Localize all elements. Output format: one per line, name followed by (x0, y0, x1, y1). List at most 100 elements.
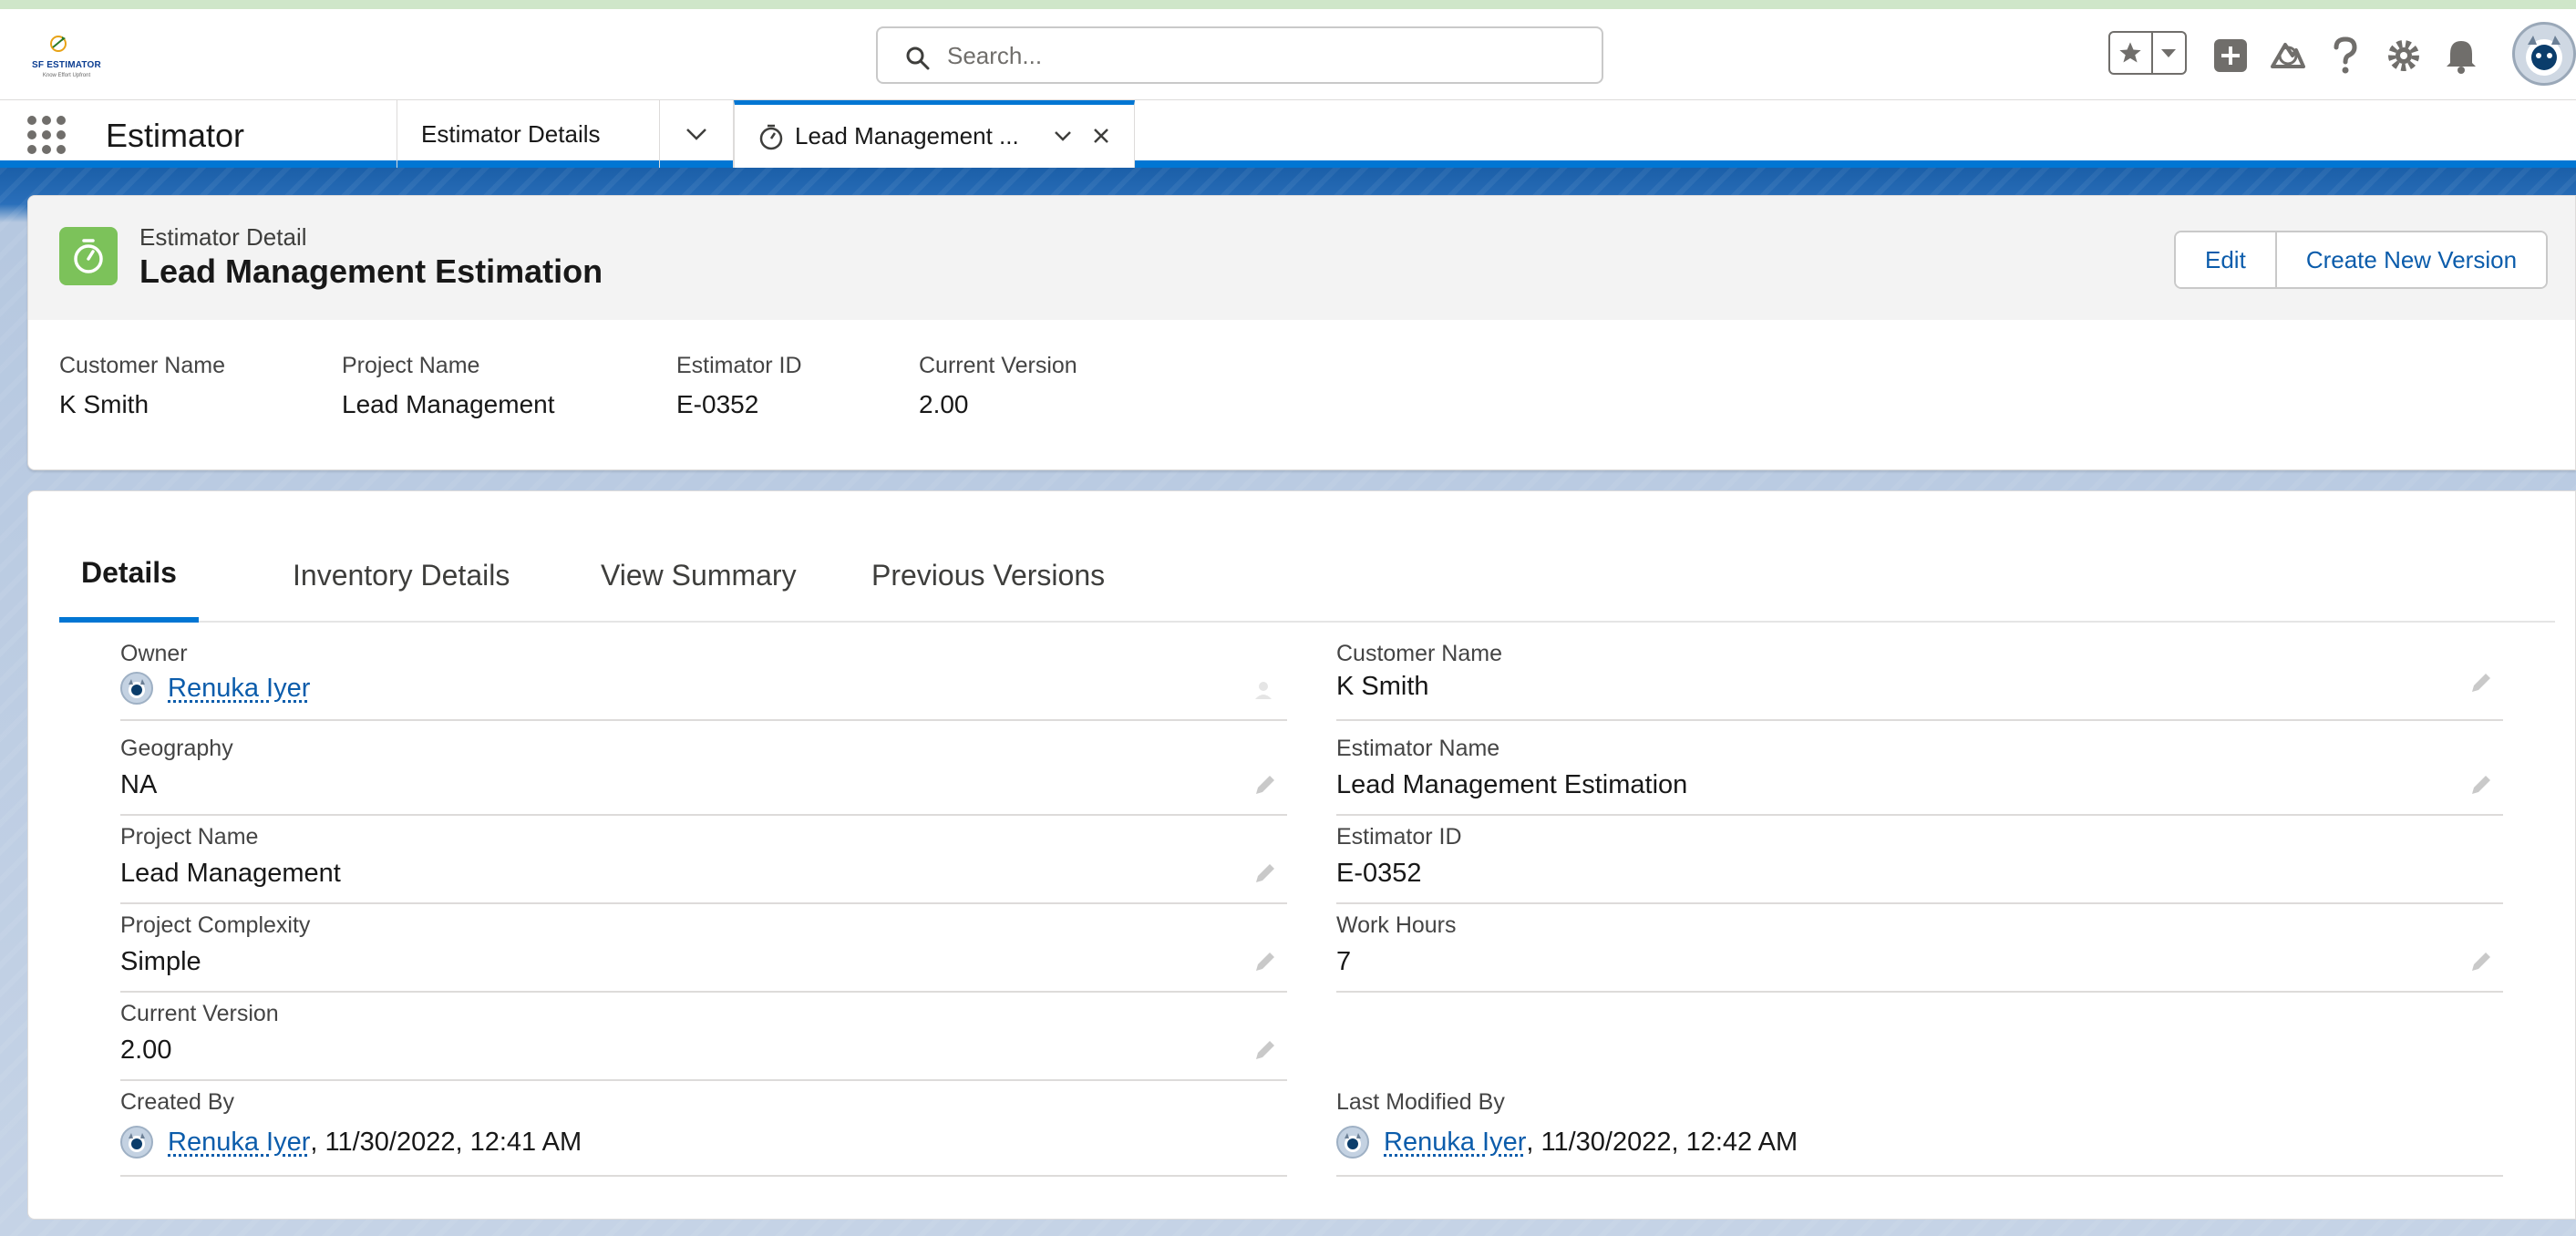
field-label: Last Modified By (1336, 1089, 1505, 1115)
user-avatar-icon (120, 1126, 153, 1159)
field-value: Simple (120, 947, 201, 976)
search-input[interactable] (947, 37, 1585, 74)
field-created-by: Created By Renuka Iyer , 11/30/2022, 12:… (120, 1082, 1287, 1177)
highlight-value: Lead Management (342, 390, 555, 418)
field-last-modified-by: Last Modified By Renuka Iyer , 11/30/202… (1336, 1082, 2503, 1177)
field-work-hours: Work Hours 7 (1336, 905, 2503, 993)
created-date: , 11/30/2022, 12:41 AM (310, 1127, 582, 1157)
field-label: Current Version (120, 1001, 279, 1026)
logo-tagline: Know Effort Upfront (42, 73, 91, 78)
page-title: Lead Management Estimation (139, 252, 603, 290)
highlight-current-version: Current Version 2.00 (919, 353, 1077, 419)
edit-pencil-icon[interactable] (1252, 772, 1278, 798)
tab-chevron-down-icon[interactable] (1052, 125, 1074, 147)
edit-pencil-icon[interactable] (1252, 1037, 1278, 1063)
estimator-record-icon (59, 227, 118, 285)
tab-details[interactable]: Details (59, 528, 199, 623)
field-label: Created By (120, 1089, 235, 1115)
nav-item-dropdown[interactable] (659, 100, 734, 168)
field-label: Estimator ID (1336, 824, 1462, 850)
field-value: Renuka Iyer , 11/30/2022, 12:41 AM (120, 1126, 582, 1159)
field-current-version: Current Version 2.00 (120, 994, 1287, 1081)
edit-pencil-icon[interactable] (2468, 772, 2494, 798)
field-value: Lead Management Estimation (1336, 770, 1688, 799)
field-project-name: Project Name Lead Management (120, 817, 1287, 904)
help-icon[interactable] (2324, 35, 2366, 77)
edit-pencil-icon[interactable] (2468, 670, 2494, 695)
field-estimator-id: Estimator ID E-0352 (1336, 817, 2503, 904)
user-avatar-icon (120, 672, 153, 705)
record-highlights-panel: Estimator Detail Lead Management Estimat… (27, 195, 2576, 470)
top-strip (0, 0, 2576, 9)
app-logo[interactable]: SF ESTIMATOR Know Effort Upfront (26, 33, 108, 84)
record-header: Estimator Detail Lead Management Estimat… (28, 196, 2575, 320)
field-label: Geography (120, 736, 233, 761)
field-value: E-0352 (1336, 859, 1422, 888)
field-value: Renuka Iyer , 11/30/2022, 12:42 AM (1336, 1126, 1798, 1159)
highlight-project-name: Project Name Lead Management (342, 353, 555, 419)
tab-label: Lead Management ... (795, 122, 1019, 149)
field-value: Lead Management (120, 859, 341, 888)
change-owner-icon[interactable] (1252, 677, 1278, 703)
create-new-version-button[interactable]: Create New Version (2274, 232, 2547, 287)
highlight-value: 2.00 (919, 390, 969, 418)
logo-text: SF ESTIMATOR (32, 60, 101, 70)
field-value: Renuka Iyer (120, 672, 310, 705)
record-tabs: Details Inventory Details View Summary P… (59, 528, 2555, 623)
tab-inventory-details[interactable]: Inventory Details (271, 528, 531, 623)
field-label: Estimator Name (1336, 736, 1500, 761)
edit-pencil-icon[interactable] (1252, 949, 1278, 974)
field-value: 2.00 (120, 1035, 172, 1065)
field-label: Project Name (120, 824, 259, 850)
favorites-dropdown-icon[interactable] (2153, 33, 2185, 73)
user-avatar-icon (1336, 1126, 1369, 1159)
tab-previous-versions[interactable]: Previous Versions (850, 528, 1127, 623)
app-navigation-bar: Estimator Estimator Details Lead Managem… (0, 100, 2576, 168)
highlight-fields: Customer Name K Smith Project Name Lead … (28, 320, 2575, 469)
record-actions: Edit Create New Version (2174, 231, 2549, 289)
field-project-complexity: Project Complexity Simple (120, 905, 1287, 993)
highlight-label: Current Version (919, 353, 1077, 378)
search-icon (906, 46, 930, 70)
global-actions-icon[interactable] (2210, 35, 2251, 77)
highlight-label: Customer Name (59, 353, 225, 378)
field-label: Customer Name (1336, 641, 1502, 666)
favorites-star-icon[interactable] (2110, 33, 2153, 73)
edit-pencil-icon[interactable] (2468, 949, 2494, 974)
stopwatch-icon (759, 124, 783, 149)
edit-button[interactable]: Edit (2176, 232, 2275, 287)
created-by-user-link[interactable]: Renuka Iyer (168, 1128, 310, 1158)
field-label: Project Complexity (120, 912, 311, 938)
setup-gear-icon[interactable] (2383, 35, 2425, 77)
app-launcher-icon[interactable] (26, 114, 67, 156)
field-label: Owner (120, 641, 188, 666)
highlight-label: Project Name (342, 353, 480, 378)
trailhead-icon[interactable] (2267, 35, 2309, 77)
global-header: SF ESTIMATOR Know Effort Upfront (0, 9, 2576, 100)
logo-graphic-icon (50, 36, 67, 52)
field-geography: Geography NA (120, 728, 1287, 816)
last-modified-date: , 11/30/2022, 12:42 AM (1526, 1127, 1798, 1157)
field-customer-name: Customer Name K Smith (1336, 633, 2503, 721)
highlight-estimator-id: Estimator ID E-0352 (676, 353, 802, 419)
field-estimator-name: Estimator Name Lead Management Estimatio… (1336, 728, 2503, 816)
field-value: K Smith (1336, 672, 1429, 701)
record-details-card: Details Inventory Details View Summary P… (27, 490, 2576, 1220)
edit-pencil-icon[interactable] (1252, 860, 1278, 886)
nav-item-label: Estimator Details (421, 119, 601, 148)
tab-close-icon[interactable] (1090, 125, 1112, 147)
highlight-value: K Smith (59, 390, 149, 418)
user-profile-avatar[interactable] (2512, 22, 2576, 86)
nav-item-estimator-details[interactable]: Estimator Details (397, 100, 659, 168)
field-value: 7 (1336, 947, 1352, 976)
field-owner: Owner Renuka Iyer (120, 633, 1287, 721)
chevron-down-icon (686, 129, 706, 140)
field-label: Work Hours (1336, 912, 1457, 938)
notifications-bell-icon[interactable] (2440, 35, 2482, 77)
tab-view-summary[interactable]: View Summary (579, 528, 819, 623)
last-modified-by-user-link[interactable]: Renuka Iyer (1384, 1128, 1526, 1158)
tab-lead-management[interactable]: Lead Management ... (734, 100, 1135, 168)
app-name: Estimator (106, 117, 245, 154)
global-search[interactable] (876, 26, 1603, 84)
owner-link[interactable]: Renuka Iyer (168, 674, 310, 704)
